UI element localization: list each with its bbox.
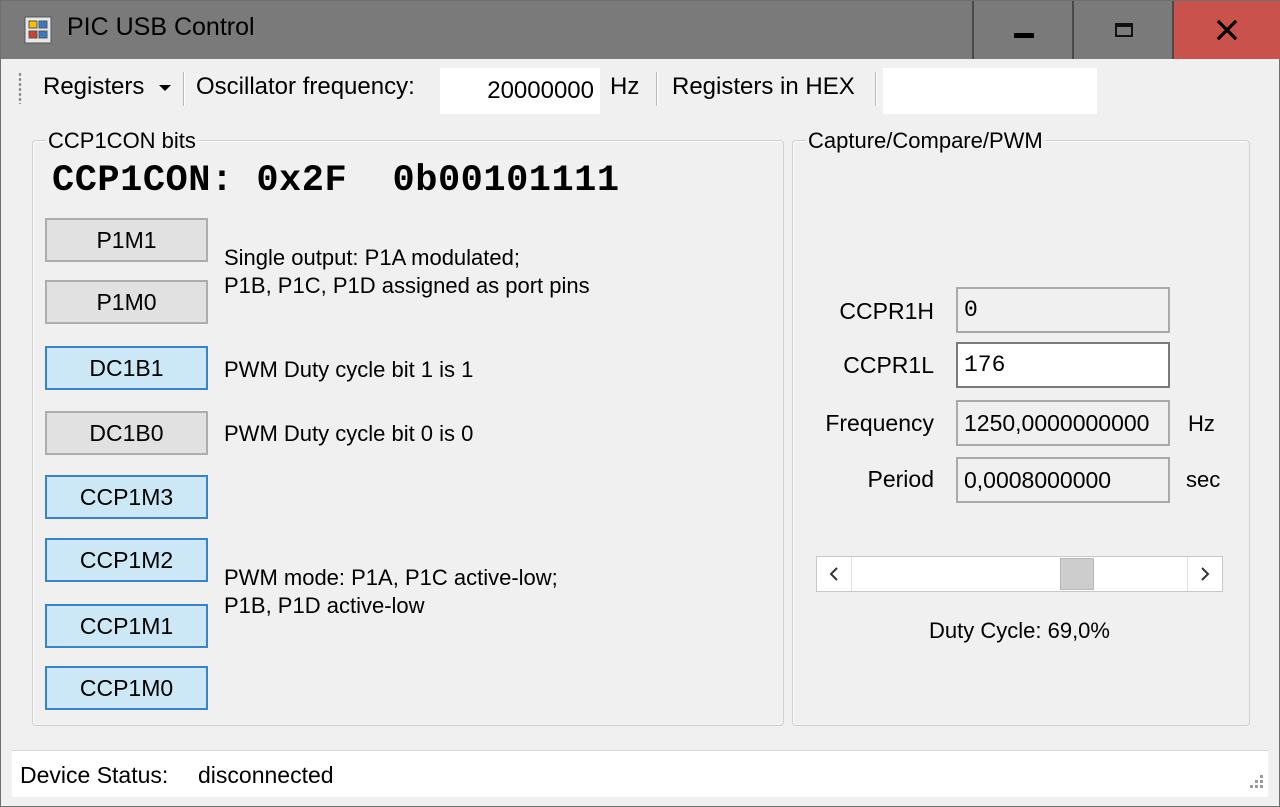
- period-label: Period: [867, 466, 934, 492]
- close-icon: [1216, 19, 1238, 41]
- output-config-line-1: Single output: P1A modulated;: [224, 245, 520, 270]
- device-status-value: disconnected: [198, 762, 334, 788]
- pwm-mode-line-2: P1B, P1D active-low: [224, 593, 425, 618]
- output-config-line-2: P1B, P1C, P1D assigned as port pins: [224, 273, 590, 298]
- dc1b0-description: PWM Duty cycle bit 0 is 0: [224, 421, 474, 446]
- pwm-mode-description: PWM mode: P1A, P1C active-low; P1B, P1D …: [224, 564, 558, 620]
- osc-frequency-label: Oscillator frequency:: [196, 73, 415, 100]
- period-field[interactable]: 0,0008000000: [956, 457, 1170, 503]
- registers-hex-label: Registers in HEX: [672, 73, 855, 100]
- dc1b1-description: PWM Duty cycle bit 1 is 1: [224, 357, 474, 382]
- ccp1con-register-value: CCP1CON: 0x2F 0b00101111: [52, 160, 620, 202]
- chevron-left-icon: [829, 567, 838, 581]
- bit-p1m0-button[interactable]: P1M0: [45, 280, 208, 324]
- frequency-field[interactable]: 1250,0000000000: [956, 400, 1170, 446]
- ccpr1l-label: CCPR1L: [843, 352, 934, 378]
- bit-dc1b1-button[interactable]: DC1B1: [45, 346, 208, 390]
- ccp-group-title: Capture/Compare/PWM: [806, 128, 1045, 154]
- scroll-right-button[interactable]: [1187, 557, 1222, 591]
- dropdown-arrow-icon: [159, 84, 172, 91]
- bit-ccp1m2-button[interactable]: CCP1M2: [45, 538, 208, 582]
- ccpr1l-input[interactable]: 176: [956, 342, 1170, 388]
- bit-ccp1m0-button[interactable]: CCP1M0: [45, 666, 208, 710]
- resize-grip-icon[interactable]: [1243, 770, 1265, 792]
- duty-cycle-label: Duty Cycle: 69,0%: [929, 618, 1110, 643]
- registers-menu-button[interactable]: Registers: [43, 73, 172, 101]
- ccp1con-group-title: CCP1CON bits: [46, 128, 198, 154]
- window-title: PIC USB Control: [67, 13, 255, 41]
- chevron-right-icon: [1201, 567, 1210, 581]
- bit-p1m1-button[interactable]: P1M1: [45, 218, 208, 262]
- osc-unit-label: Hz: [610, 73, 640, 100]
- output-config-description: Single output: P1A modulated; P1B, P1C, …: [224, 244, 590, 300]
- device-status-label: Device Status:: [20, 762, 169, 788]
- bit-dc1b0-button[interactable]: DC1B0: [45, 411, 208, 455]
- frequency-unit: Hz: [1188, 411, 1215, 436]
- scroll-thumb[interactable]: [1060, 558, 1095, 590]
- toolbar-separator: [875, 72, 877, 106]
- ccpr1h-label: CCPR1H: [839, 298, 934, 324]
- registers-hex-input[interactable]: [883, 68, 1097, 114]
- minimize-button[interactable]: [972, 1, 1073, 59]
- duty-cycle-scrollbar[interactable]: [816, 556, 1223, 592]
- bit-ccp1m1-button[interactable]: CCP1M1: [45, 604, 208, 648]
- minimize-icon: [1013, 32, 1034, 38]
- maximize-button[interactable]: [1072, 1, 1173, 59]
- maximize-icon: [1114, 23, 1133, 37]
- scroll-left-button[interactable]: [817, 557, 852, 591]
- pwm-mode-line-1: PWM mode: P1A, P1C active-low;: [224, 565, 558, 590]
- registers-menu-label: Registers: [43, 73, 145, 100]
- period-unit: sec: [1186, 467, 1221, 492]
- frequency-label: Frequency: [825, 410, 934, 436]
- bit-ccp1m3-button[interactable]: CCP1M3: [45, 475, 208, 519]
- osc-frequency-input[interactable]: [440, 68, 600, 114]
- ccpr1h-field[interactable]: 0: [956, 287, 1170, 333]
- toolbar-separator: [656, 72, 658, 106]
- toolbar-separator: [183, 72, 185, 106]
- close-button[interactable]: [1172, 1, 1280, 59]
- toolbar-grip-icon[interactable]: [18, 72, 22, 104]
- app-icon: [24, 16, 52, 44]
